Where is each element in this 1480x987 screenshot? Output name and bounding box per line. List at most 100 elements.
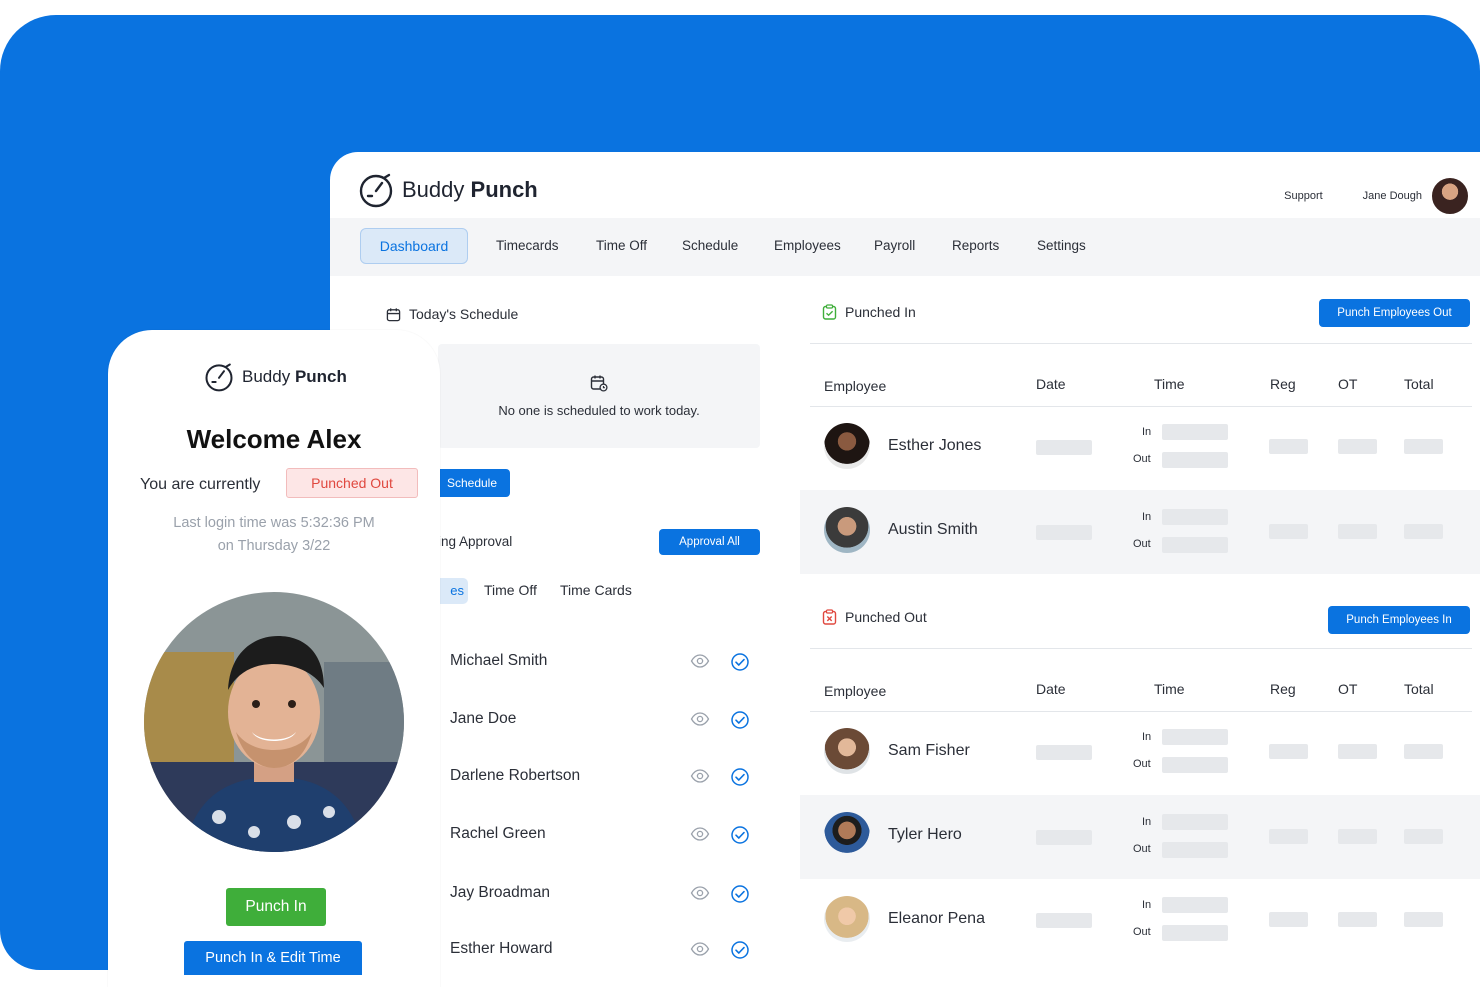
last-login-line-2: on Thursday 3/22	[217, 538, 331, 554]
out-label: Out	[1133, 758, 1151, 770]
table-row[interactable]: Esther Jones In Out	[800, 406, 1480, 490]
total-placeholder	[1404, 744, 1443, 759]
in-time-placeholder	[1162, 897, 1228, 913]
employee-name: Austin Smith	[888, 521, 978, 538]
in-label: In	[1142, 511, 1152, 523]
clock-logo-icon	[359, 173, 393, 208]
eye-icon[interactable]	[690, 711, 710, 727]
divider	[810, 343, 1472, 344]
user-photo-image	[144, 592, 404, 852]
col-reg: Reg	[1270, 681, 1296, 697]
in-time-placeholder	[1162, 424, 1228, 440]
punch-in-button[interactable]: Punch In	[226, 888, 326, 926]
approve-check-icon[interactable]	[730, 940, 750, 960]
total-placeholder	[1404, 912, 1443, 927]
punch-employees-out-button[interactable]: Punch Employees Out	[1319, 299, 1470, 327]
clock-logo-icon	[205, 363, 233, 392]
table-row[interactable]: Tyler Hero In Out	[800, 795, 1480, 879]
top-links: Support Jane Dough	[1284, 176, 1470, 216]
employee-avatar	[824, 728, 870, 774]
col-employee: Employee	[824, 378, 887, 394]
pending-approval-title: ing Approval	[438, 534, 513, 549]
total-placeholder	[1404, 829, 1443, 844]
main-nav: Dashboard Timecards Time Off Schedule Em…	[330, 218, 1480, 276]
nav-time-off[interactable]: Time Off	[596, 238, 647, 253]
employee-avatar	[824, 507, 870, 553]
col-date: Date	[1036, 376, 1066, 392]
eye-icon[interactable]	[690, 768, 710, 784]
approve-check-icon[interactable]	[730, 652, 750, 672]
nav-payroll[interactable]: Payroll	[874, 238, 915, 253]
nav-reports[interactable]: Reports	[952, 238, 999, 253]
list-item: Darlene Robertson	[450, 765, 760, 789]
col-date: Date	[1036, 681, 1066, 697]
approve-check-icon[interactable]	[730, 825, 750, 845]
user-avatar[interactable]	[1430, 176, 1470, 216]
user-photo	[144, 592, 404, 852]
col-total: Total	[1404, 681, 1434, 697]
out-time-placeholder	[1162, 452, 1228, 468]
punch-in-edit-time-button[interactable]: Punch In & Edit Time	[184, 941, 362, 975]
list-item: Jane Doe	[450, 708, 760, 732]
col-total: Total	[1404, 376, 1434, 392]
employee-name: Eleanor Pena	[888, 910, 985, 927]
schedule-button[interactable]: Schedule	[434, 469, 510, 497]
divider	[810, 648, 1472, 649]
punched-out-title: Punched Out	[822, 609, 927, 625]
eye-icon[interactable]	[690, 941, 710, 957]
list-item: Michael Smith	[450, 650, 760, 674]
empty-schedule-box: No one is scheduled to work today.	[438, 344, 760, 448]
approval-person-name: Jay Broadman	[450, 884, 550, 901]
table-row[interactable]: Austin Smith In Out	[800, 490, 1480, 574]
approval-person-name: Darlene Robertson	[450, 767, 581, 784]
employee-name: Esther Jones	[888, 437, 982, 454]
out-label: Out	[1133, 538, 1151, 550]
approval-person-name: Jane Doe	[450, 710, 517, 727]
last-login-line-1: Last login time was 5:32:36 PM	[173, 515, 375, 531]
nav-timecards[interactable]: Timecards	[496, 238, 559, 253]
date-placeholder	[1036, 525, 1092, 540]
table-row[interactable]: Sam Fisher In Out	[800, 711, 1480, 795]
approval-all-button[interactable]: Approval All	[659, 529, 760, 555]
ot-placeholder	[1338, 829, 1377, 844]
brand-logo[interactable]: Buddy Punch	[358, 172, 538, 208]
last-login-text: Last login time was 5:32:36 PM on Thursd…	[108, 512, 440, 558]
punched-in-label: Punched In	[845, 304, 916, 320]
eye-icon[interactable]	[690, 653, 710, 669]
list-item: Rachel Green	[450, 823, 760, 847]
in-time-placeholder	[1162, 814, 1228, 830]
eye-icon[interactable]	[690, 885, 710, 901]
empty-schedule-text: No one is scheduled to work today.	[498, 403, 700, 418]
date-placeholder	[1036, 913, 1092, 928]
out-label: Out	[1133, 453, 1151, 465]
eye-icon[interactable]	[690, 826, 710, 842]
approval-tab-time-off[interactable]: Time Off	[484, 582, 537, 598]
out-time-placeholder	[1162, 537, 1228, 553]
employee-avatar	[824, 423, 870, 469]
approval-tab-time-cards[interactable]: Time Cards	[560, 582, 632, 598]
total-placeholder	[1404, 439, 1443, 454]
calendar-clock-icon	[590, 375, 608, 392]
table-row[interactable]: Eleanor Pena In Out	[800, 879, 1480, 963]
desktop-window: Buddy Punch Support Jane Dough Dashboard…	[330, 152, 1480, 987]
employee-name: Tyler Hero	[888, 826, 962, 843]
approve-check-icon[interactable]	[730, 767, 750, 787]
out-time-placeholder	[1162, 842, 1228, 858]
nav-dashboard[interactable]: Dashboard	[360, 228, 468, 264]
total-placeholder	[1404, 524, 1443, 539]
nav-schedule[interactable]: Schedule	[682, 238, 738, 253]
punched-in-title: Punched In	[822, 304, 916, 320]
status-badge: Punched Out	[286, 468, 418, 498]
col-reg: Reg	[1270, 376, 1296, 392]
punch-employees-in-button[interactable]: Punch Employees In	[1328, 606, 1470, 634]
in-label: In	[1142, 731, 1152, 743]
nav-settings[interactable]: Settings	[1037, 238, 1086, 253]
user-name[interactable]: Jane Dough	[1363, 190, 1422, 202]
calendar-icon	[386, 307, 401, 321]
support-link[interactable]: Support	[1284, 190, 1323, 202]
approve-check-icon[interactable]	[730, 710, 750, 730]
approval-person-name: Esther Howard	[450, 940, 553, 957]
approve-check-icon[interactable]	[730, 884, 750, 904]
date-placeholder	[1036, 745, 1092, 760]
nav-employees[interactable]: Employees	[774, 238, 841, 253]
